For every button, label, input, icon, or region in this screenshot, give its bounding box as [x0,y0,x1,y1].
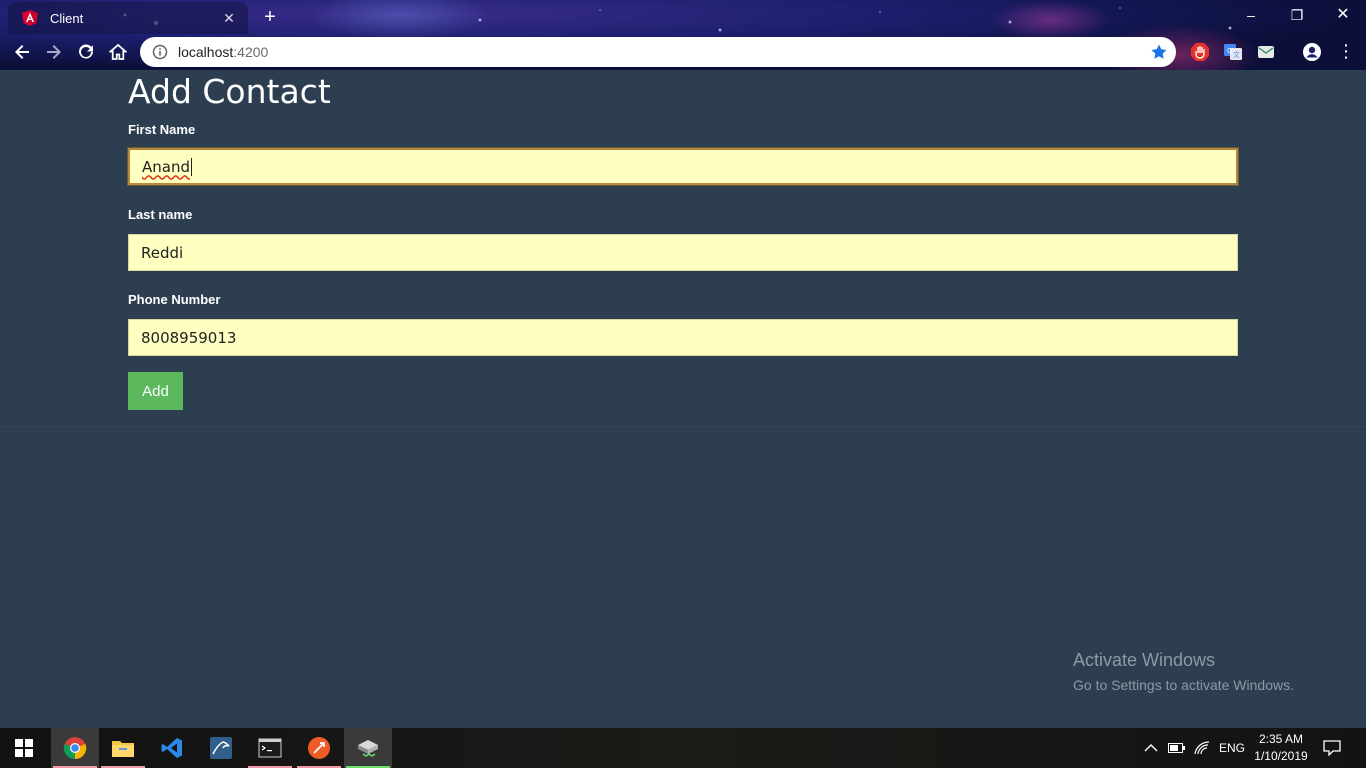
svg-text:文: 文 [1233,50,1240,59]
terminal-icon [258,738,282,758]
battery-status[interactable] [1168,728,1188,768]
last-name-value: Reddi [141,243,184,262]
page-title: Add Contact [128,72,331,111]
back-arrow-icon [15,45,29,59]
phone-number-value: 8008959013 [141,328,237,347]
window-close-button[interactable]: ✕ [1320,0,1366,30]
notification-icon [1323,740,1341,756]
taskbar-postman[interactable] [295,728,343,768]
last-name-label: Last name [128,207,193,222]
clock-time: 2:35 AM [1258,732,1304,746]
reload-icon [79,44,93,59]
chevron-up-icon [1144,744,1158,752]
adblock-icon[interactable] [1190,42,1210,62]
forward-arrow-icon [47,45,61,59]
wifi-icon [1194,741,1210,755]
angular-icon [22,10,38,26]
mail-icon[interactable] [1256,42,1276,62]
new-tab-button[interactable]: + [258,6,282,30]
first-name-label: First Name [128,122,196,137]
taskbar-vscode[interactable] [148,728,196,768]
address-bar[interactable]: localhost:4200 [140,37,1176,67]
home-icon [109,43,127,60]
forward-button[interactable] [40,38,68,66]
first-name-input[interactable]: Anand [128,148,1238,185]
postman-icon [308,737,330,759]
chrome-icon [63,737,87,760]
clock-date: 1/10/2019 [1254,749,1308,763]
start-button[interactable] [0,728,48,768]
battery-icon [1168,743,1185,753]
info-icon[interactable] [152,44,168,60]
profile-icon[interactable] [1302,42,1322,62]
star-icon[interactable] [1150,43,1168,61]
page-content: Add Contact First Name Anand Last name R… [0,70,1366,728]
text-caret [191,157,192,176]
taskbar-mysql-workbench[interactable] [197,728,245,768]
url-port: :4200 [233,44,269,60]
phone-number-label: Phone Number [128,292,221,307]
reload-button[interactable] [72,38,100,66]
minimize-button[interactable]: – [1228,0,1274,30]
server-icon [358,740,378,757]
phone-number-input[interactable]: 8008959013 [128,319,1238,356]
back-button[interactable] [8,38,36,66]
svg-text:G: G [1227,47,1232,55]
watermark-title: Activate Windows [1073,650,1216,670]
wifi-status[interactable] [1194,728,1214,768]
url-host: localhost [178,44,234,60]
browser-tab[interactable]: Client ✕ [8,2,248,34]
taskbar-chrome[interactable] [51,728,99,768]
last-name-input[interactable]: Reddi [128,234,1238,271]
taskbar-server[interactable] [344,728,392,768]
windows-start-icon [15,739,33,757]
tab-title: Client [50,10,84,26]
add-button[interactable]: Add [128,372,183,410]
home-button[interactable] [104,38,132,66]
close-icon[interactable]: ✕ [220,9,238,27]
taskbar-terminal[interactable] [246,728,294,768]
system-clock[interactable]: 2:35 AM 1/10/2019 [1248,731,1314,765]
action-center-button[interactable] [1323,728,1343,768]
windows-taskbar: ENG 2:35 AM 1/10/2019 [0,728,1366,768]
browser-chrome: Client ✕ + – ❐ ✕ localhost:4200 G文 ⋮ [0,0,1366,70]
file-explorer-icon [112,741,134,757]
activate-windows-watermark: Activate Windows Go to Settings to activ… [1073,650,1294,693]
taskbar-file-explorer[interactable] [99,728,147,768]
vscode-icon [161,738,182,758]
first-name-value: Anand [142,157,190,176]
mysql-workbench-icon [210,737,232,759]
language-indicator[interactable]: ENG [1219,728,1245,768]
translate-icon[interactable]: G文 [1223,42,1243,62]
watermark-subtitle: Go to Settings to activate Windows. [1073,677,1294,693]
browser-toolbar: localhost:4200 G文 ⋮ [0,34,1366,70]
show-hidden-icons[interactable] [1144,728,1160,768]
menu-dots-icon[interactable]: ⋮ [1336,42,1356,62]
maximize-button[interactable]: ❐ [1274,0,1320,30]
